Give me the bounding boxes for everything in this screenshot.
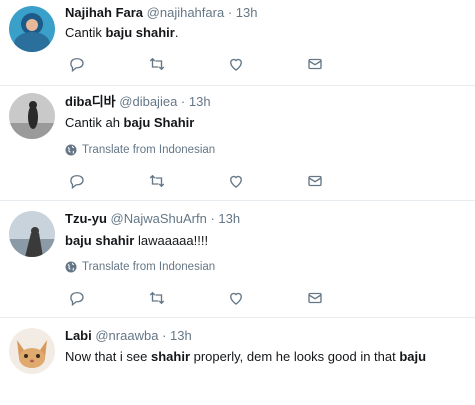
retweet-button[interactable] [146, 53, 168, 75]
heart-icon [230, 175, 242, 188]
tweet-4[interactable]: Labi @nraawba · 13h Now that i see shahi… [0, 318, 475, 405]
avatar[interactable] [9, 93, 55, 139]
tweet-3[interactable]: Tzu-yu @NajwaShuArfn · 13h baju shahir l… [0, 201, 475, 317]
dm-button[interactable] [304, 53, 326, 75]
separator: · [210, 211, 215, 226]
separator: · [162, 328, 167, 343]
tweet-text: Cantik ah baju Shahir [65, 115, 195, 130]
translate-link[interactable]: Translate from Indonesian [65, 259, 215, 275]
author-name[interactable]: Tzu-yu [65, 211, 107, 226]
translate-link[interactable]: Translate from Indonesian [65, 142, 215, 158]
reply-button[interactable] [66, 287, 88, 309]
timestamp[interactable]: 13h [218, 211, 240, 226]
tweet-header: Labi @nraawba · 13h [65, 327, 192, 345]
author-handle[interactable]: @najihahfara [147, 5, 225, 20]
tweet-text: Now that i see shahir properly, dem he l… [65, 349, 427, 364]
tweet-header: diba디바 @dibajiea · 13h [65, 93, 211, 111]
reply-icon [70, 175, 84, 190]
dm-button[interactable] [304, 287, 326, 309]
tweet-actions [60, 53, 340, 75]
tweet-actions [60, 287, 340, 309]
separator: · [180, 94, 186, 109]
reply-icon [70, 292, 84, 307]
dm-button[interactable] [304, 170, 326, 192]
retweet-button[interactable] [146, 287, 168, 309]
author-handle[interactable]: @dibajiea [119, 94, 177, 109]
reply-button[interactable] [66, 170, 88, 192]
tweet-actions [60, 170, 340, 192]
author-name[interactable]: Najihah Fara [65, 5, 143, 20]
tweet-1[interactable]: Najihah Fara @najihahfara · 13h Cantik b… [0, 0, 475, 85]
avatar[interactable] [9, 6, 55, 52]
reply-button[interactable] [66, 53, 88, 75]
retweet-icon [149, 174, 165, 188]
globe-icon [65, 144, 77, 156]
separator: · [227, 5, 233, 20]
globe-icon [65, 261, 77, 273]
retweet-button[interactable] [146, 170, 168, 192]
timestamp[interactable]: 13h [189, 94, 211, 109]
heart-icon [230, 58, 242, 71]
retweet-icon [149, 291, 165, 305]
heart-icon [230, 292, 242, 305]
author-name[interactable]: diba디바 [65, 94, 116, 109]
avatar[interactable] [9, 211, 55, 257]
tweet-text: Cantik baju shahir. [65, 25, 179, 40]
envelope-icon [308, 58, 322, 70]
author-name[interactable]: Labi [65, 328, 92, 343]
author-handle[interactable]: @nraawba [95, 328, 158, 343]
like-button[interactable] [225, 170, 247, 192]
translate-label: Translate from Indonesian [82, 261, 216, 273]
envelope-icon [308, 175, 322, 187]
timestamp[interactable]: 13h [170, 328, 192, 343]
envelope-icon [308, 292, 322, 304]
author-handle[interactable]: @NajwaShuArfn [111, 211, 207, 226]
like-button[interactable] [225, 53, 247, 75]
tweet-2[interactable]: diba디바 @dibajiea · 13h Cantik ah baju Sh… [0, 86, 475, 195]
avatar[interactable] [9, 328, 55, 374]
timestamp[interactable]: 13h [236, 5, 258, 20]
tweet-text: baju shahir lawaaaaa!!!! [65, 233, 209, 248]
retweet-icon [149, 57, 165, 71]
reply-icon [70, 58, 84, 73]
translate-label: Translate from Indonesian [82, 144, 216, 156]
tweet-header: Najihah Fara @najihahfara · 13h [65, 4, 257, 22]
like-button[interactable] [225, 287, 247, 309]
tweet-header: Tzu-yu @NajwaShuArfn · 13h [65, 210, 240, 228]
